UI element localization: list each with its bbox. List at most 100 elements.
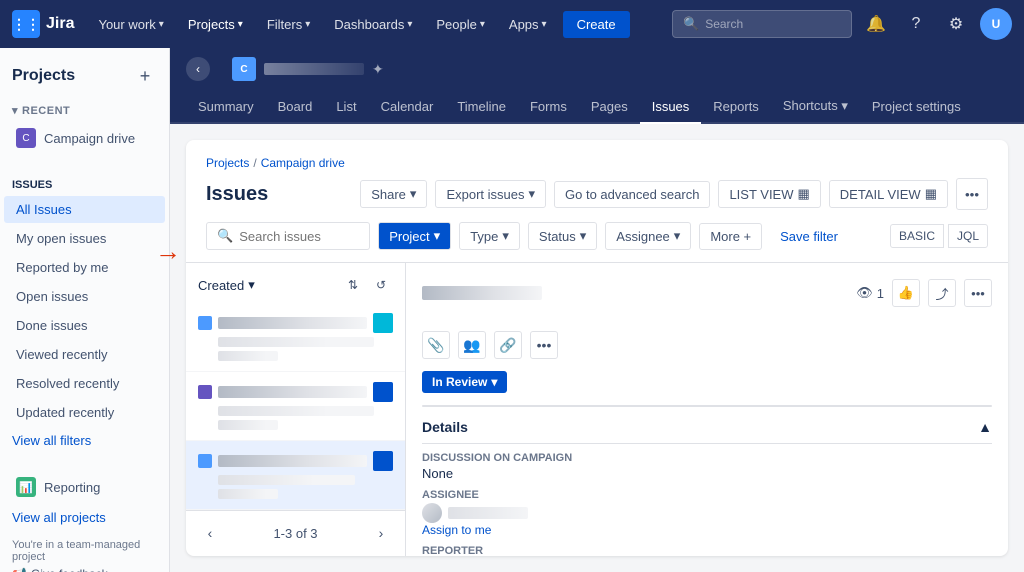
sidebar-item-my-open-issues[interactable]: My open issues xyxy=(4,225,165,252)
prev-page-button[interactable]: ‹ xyxy=(198,521,222,545)
status-filter-button[interactable]: Status ▾ xyxy=(528,222,597,250)
breadcrumb-projects-link[interactable]: Projects xyxy=(206,156,249,170)
details-title: Details xyxy=(422,419,468,435)
sidebar-item-open-issues[interactable]: Open issues xyxy=(4,283,165,310)
tab-list[interactable]: List xyxy=(324,91,368,124)
sidebar-item-reported-by-me[interactable]: Reported by me xyxy=(4,254,165,281)
assign-me-link[interactable]: Assign to me xyxy=(422,523,992,537)
sidebar-item-done-issues[interactable]: Done issues xyxy=(4,312,165,339)
tab-project-settings[interactable]: Project settings xyxy=(860,91,973,124)
breadcrumb-project-link[interactable]: Campaign drive xyxy=(261,156,345,170)
projects-nav[interactable]: Projects▾ xyxy=(180,13,251,36)
tab-board[interactable]: Board xyxy=(266,91,325,124)
refresh-button[interactable]: ↺ xyxy=(369,273,393,297)
view-all-filters-link[interactable]: View all filters xyxy=(0,427,169,454)
top-navigation: ⋮⋮ Jira Your work▾ Projects▾ Filters▾ Da… xyxy=(0,0,1024,48)
chevron-down-icon-6: ▾ xyxy=(674,228,681,244)
attachment-button[interactable]: 📎 xyxy=(422,331,450,359)
table-row[interactable] xyxy=(186,441,405,510)
next-page-button[interactable]: › xyxy=(369,521,393,545)
search-box-input-wrapper[interactable]: 🔍 xyxy=(206,222,370,250)
star-icon[interactable]: ✦ xyxy=(372,61,384,78)
save-filter-button[interactable]: Save filter xyxy=(770,224,848,249)
view-all-projects-link[interactable]: View all projects xyxy=(0,504,169,531)
recent-section-toggle[interactable]: ▾ RECENT xyxy=(0,96,169,121)
table-row[interactable] xyxy=(186,303,405,372)
sidebar-item-updated-recently[interactable]: Updated recently xyxy=(4,399,165,426)
basic-view-button[interactable]: BASIC xyxy=(890,224,944,248)
megaphone-icon: 📢 xyxy=(12,567,27,572)
search-box[interactable]: 🔍 Search xyxy=(672,10,852,38)
jql-view-button[interactable]: JQL xyxy=(948,224,988,248)
list-view-button[interactable]: LIST VIEW ▦ xyxy=(718,180,820,208)
created-sort-button[interactable]: Created ▾ xyxy=(198,277,255,293)
search-input[interactable] xyxy=(239,229,359,244)
child-issues-button[interactable]: 👥 xyxy=(458,331,486,359)
tab-reports[interactable]: Reports xyxy=(701,91,771,124)
group-by-button[interactable]: ⇅ xyxy=(341,273,365,297)
your-work-nav[interactable]: Your work▾ xyxy=(90,13,171,36)
share-button[interactable]: Share ▾ xyxy=(360,180,427,208)
give-feedback-list-button[interactable]: 📢 Give feedback xyxy=(186,555,405,556)
issue-subtitle xyxy=(218,337,374,347)
sidebar-item-all-issues[interactable]: All Issues xyxy=(4,196,165,223)
create-button[interactable]: Create xyxy=(563,11,630,38)
issues-list: Created ▾ ⇅ ↺ xyxy=(186,263,406,556)
more-detail-button[interactable]: ••• xyxy=(964,279,992,307)
detail-header-actions: 👁 1 👍 ⤴ ••• xyxy=(856,279,992,307)
discussion-value: None xyxy=(422,466,992,481)
dashboards-nav[interactable]: Dashboards▾ xyxy=(326,13,420,36)
more-actions-button[interactable]: ••• xyxy=(530,331,558,359)
sidebar-item-resolved-recently[interactable]: Resolved recently xyxy=(4,370,165,397)
tab-pages[interactable]: Pages xyxy=(579,91,640,124)
collapse-icon[interactable]: ▲ xyxy=(978,419,992,435)
filter-bar: 🔍 Project ▾ Type ▾ Status xyxy=(206,222,988,250)
more-options-button[interactable]: ••• xyxy=(956,178,988,210)
goto-advanced-button[interactable]: Go to advanced search xyxy=(554,181,710,208)
type-filter-button[interactable]: Type ▾ xyxy=(459,222,520,250)
thumbs-up-button[interactable]: 👍 xyxy=(892,279,920,307)
sidebar-item-viewed-recently[interactable]: Viewed recently xyxy=(4,341,165,368)
assignee-name xyxy=(448,507,528,519)
more-filter-button[interactable]: More + xyxy=(699,223,762,250)
status-badge[interactable]: In Review ▾ xyxy=(422,371,507,393)
sidebar-item-campaign[interactable]: C Campaign drive xyxy=(4,122,165,154)
tab-shortcuts[interactable]: Shortcuts ▾ xyxy=(771,90,860,124)
help-button[interactable]: ? xyxy=(900,8,932,40)
pinned-fields-card: Pinned fields ✕ Click on the ✦ next to a… xyxy=(422,405,992,407)
reporting-label: Reporting xyxy=(44,480,100,495)
link-button[interactable]: 🔗 xyxy=(494,331,522,359)
sidebar-item-reporting[interactable]: 📊 Reporting xyxy=(4,471,165,503)
table-row[interactable] xyxy=(186,372,405,441)
tab-calendar[interactable]: Calendar xyxy=(369,91,446,124)
export-button[interactable]: Export issues ▾ xyxy=(435,180,546,208)
breadcrumb: Projects / Campaign drive xyxy=(206,156,988,170)
detail-view-button[interactable]: DETAIL VIEW ▦ xyxy=(829,180,948,208)
apps-nav[interactable]: Apps▾ xyxy=(501,13,555,36)
share-detail-button[interactable]: ⤴ xyxy=(928,279,956,307)
tab-timeline[interactable]: Timeline xyxy=(445,91,518,124)
add-project-button[interactable]: + xyxy=(133,64,157,88)
tab-summary[interactable]: Summary xyxy=(186,91,266,124)
user-avatar[interactable]: U xyxy=(980,8,1012,40)
notifications-button[interactable]: 🔔 xyxy=(860,8,892,40)
settings-button[interactable]: ⚙ xyxy=(940,8,972,40)
back-button[interactable]: ‹ xyxy=(186,57,210,81)
issue-detail-panel: 👁 1 👍 ⤴ ••• 📎 👥 xyxy=(406,263,1008,556)
people-nav[interactable]: People▾ xyxy=(428,13,493,36)
filters-nav[interactable]: Filters▾ xyxy=(259,13,318,36)
issue-title-3 xyxy=(218,455,367,467)
assignee-field: Assignee Assign to me xyxy=(422,489,992,537)
tab-forms[interactable]: Forms xyxy=(518,91,579,124)
give-feedback-bottom-button[interactable]: 📢 Give feedback xyxy=(12,563,157,572)
sidebar-bottom: You're in a team-managed project 📢 Give … xyxy=(0,531,169,572)
assignee-avatar xyxy=(422,503,442,523)
assignee-filter-button[interactable]: Assignee ▾ xyxy=(605,222,691,250)
issues-list-header: Created ▾ ⇅ ↺ xyxy=(186,263,405,303)
issue-id xyxy=(218,351,278,361)
project-filter-button[interactable]: Project ▾ xyxy=(378,222,451,250)
grid-icon: ▦ xyxy=(798,186,810,202)
tab-issues[interactable]: Issues xyxy=(640,91,702,124)
search-icon: 🔍 xyxy=(683,16,699,32)
issue-id-blur xyxy=(422,286,542,300)
